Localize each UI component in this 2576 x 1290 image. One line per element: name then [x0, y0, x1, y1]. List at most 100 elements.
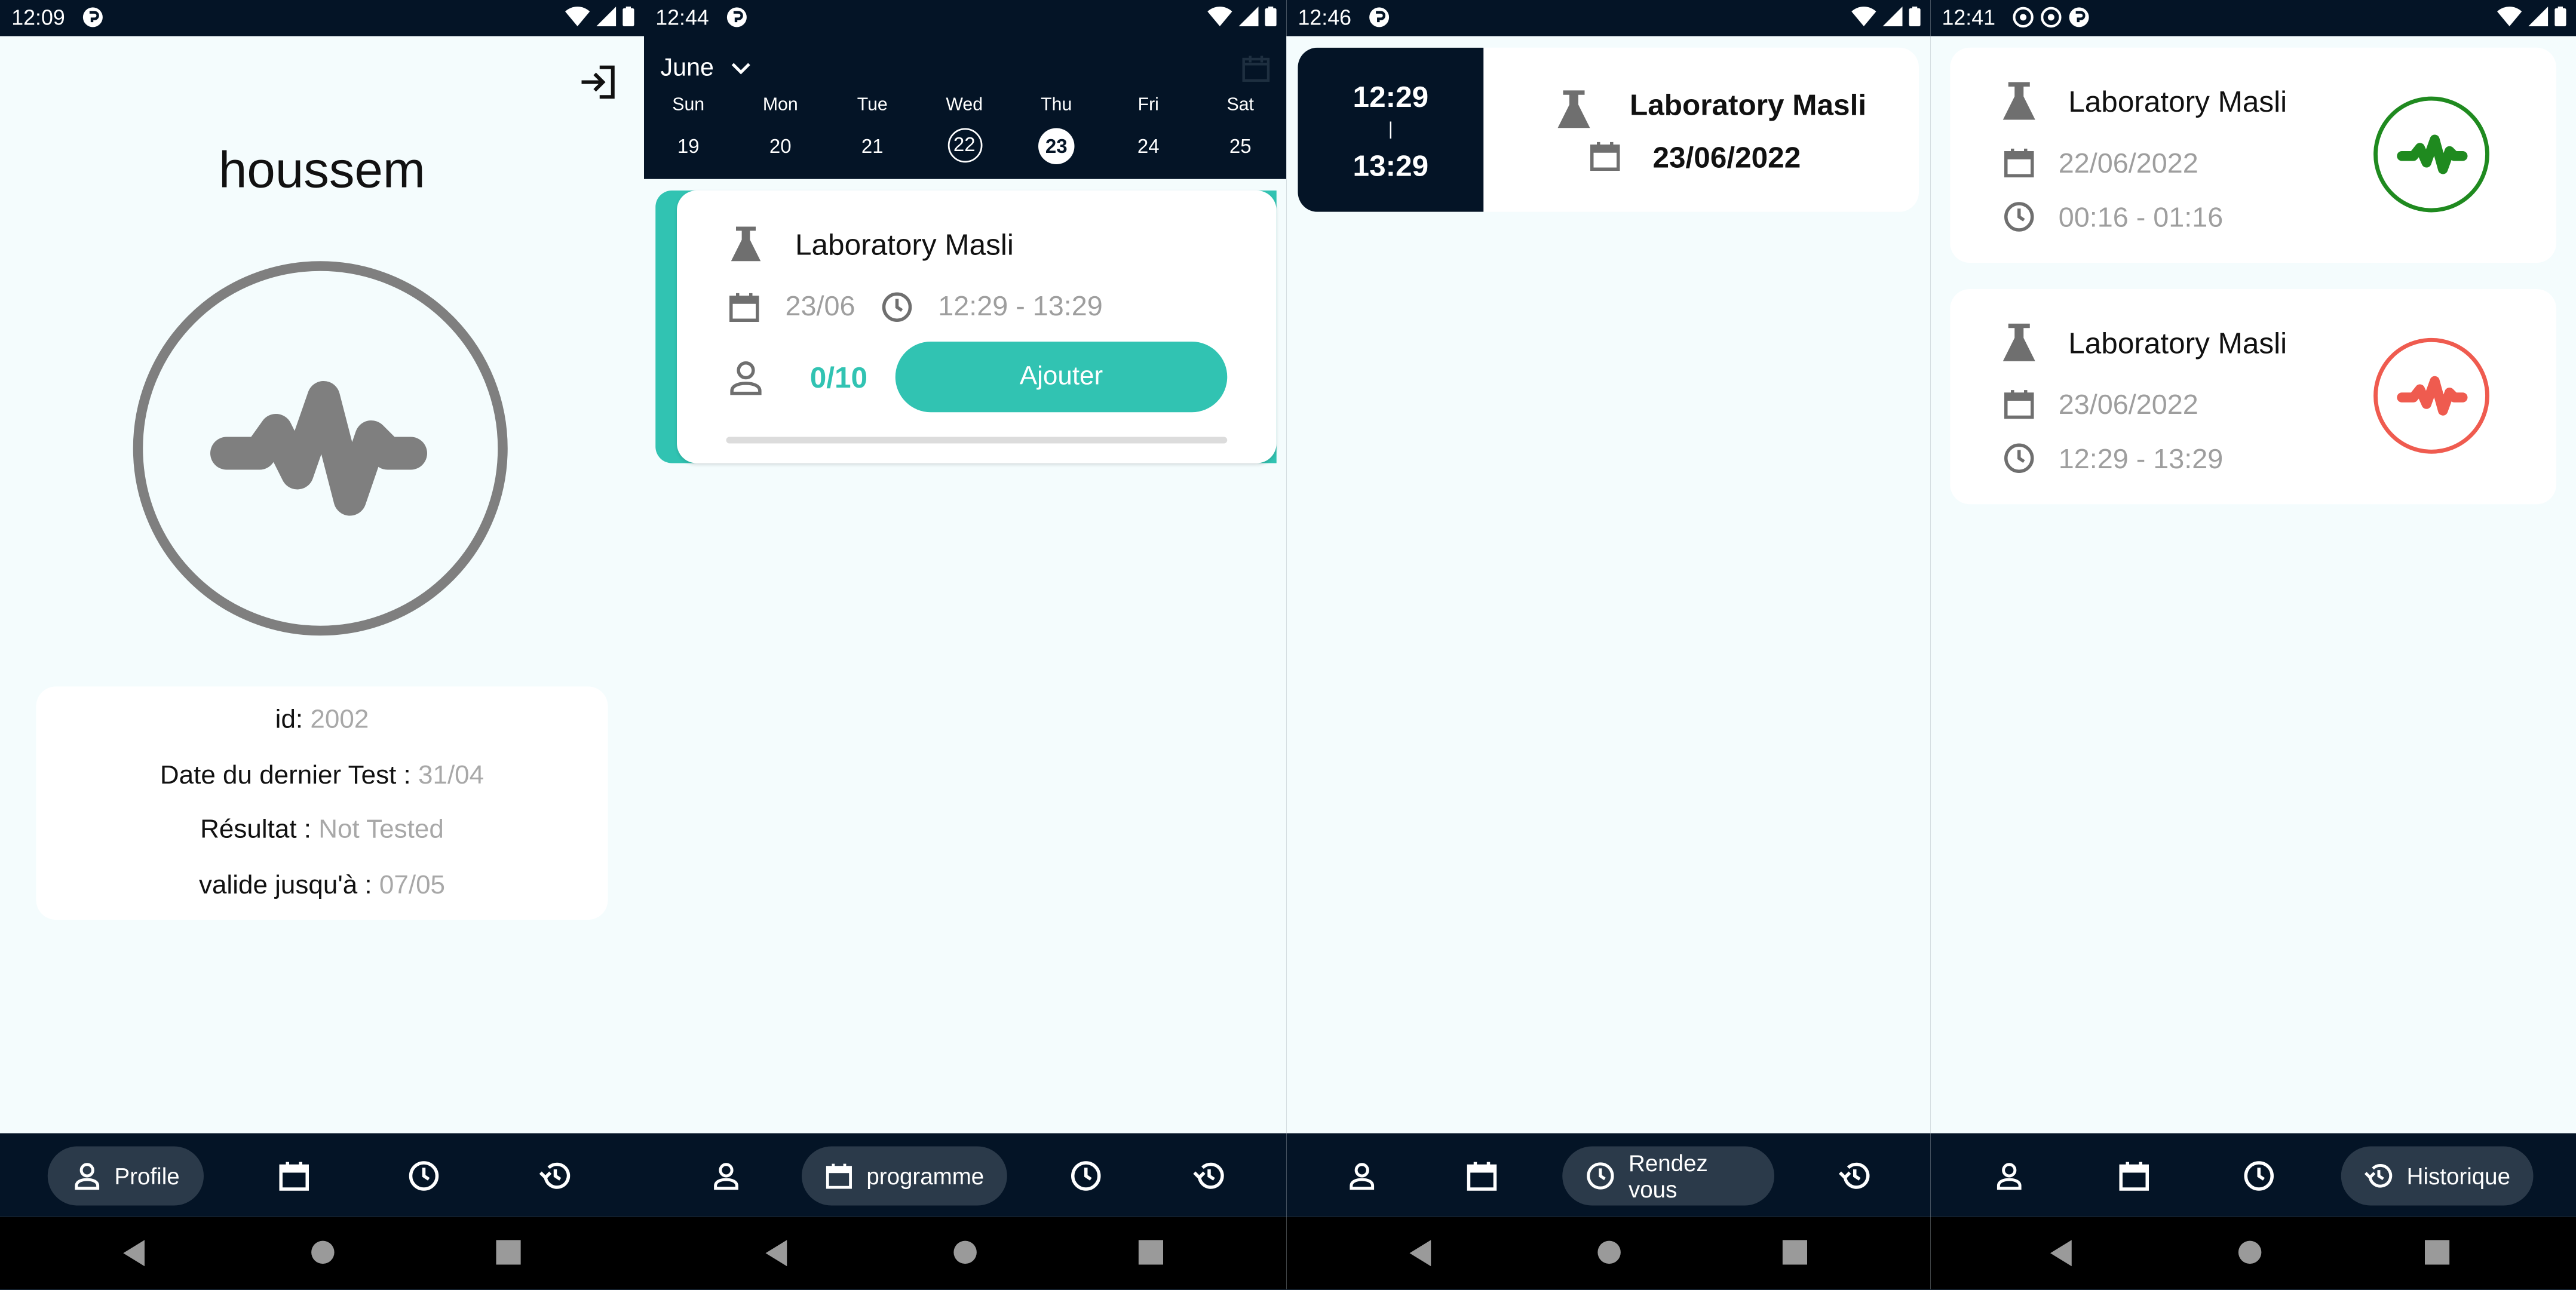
calendar-icon[interactable] [1242, 54, 1270, 82]
back-icon[interactable] [765, 1240, 789, 1267]
nav-programme[interactable] [1457, 1147, 1507, 1206]
system-status-icons [1851, 7, 1921, 26]
month-label: June [660, 54, 714, 82]
back-icon[interactable] [1409, 1240, 1433, 1267]
calendar-icon [279, 1162, 309, 1191]
day-of-week-label: Sat [1226, 95, 1254, 115]
day-fri[interactable]: Fri 24 [1115, 96, 1181, 165]
home-icon[interactable] [1597, 1240, 1621, 1264]
home-icon[interactable] [953, 1240, 977, 1264]
nav-programme[interactable]: programme [802, 1146, 1007, 1206]
profile-info-row: id: 2002 [36, 707, 608, 736]
clock-icon [882, 292, 912, 322]
day-mon[interactable]: Mon 20 [747, 96, 813, 165]
calendar-icon [2004, 148, 2034, 177]
nav-historique[interactable] [1185, 1147, 1234, 1206]
history-date: 23/06/2022 [2058, 389, 2198, 420]
day-thu[interactable]: Thu 23 [1023, 95, 1089, 164]
home-icon[interactable] [311, 1240, 335, 1264]
day-of-week-label: Fri [1137, 95, 1159, 115]
person-icon [714, 1163, 738, 1190]
appointment-time-block: 12:29 | 13:29 [1298, 47, 1484, 212]
recents-icon[interactable] [496, 1240, 521, 1265]
clock-icon [1587, 1162, 1614, 1190]
calendar-icon [2119, 1162, 2149, 1191]
history-icon [1839, 1162, 1870, 1189]
slot-card: Laboratory Masli 23/06 12:29 - 13:29 0/1… [655, 191, 1277, 463]
logout-icon[interactable] [578, 63, 620, 102]
calendar-icon [1590, 142, 1620, 171]
history-lab-name: Laboratory Masli [2068, 327, 2287, 360]
app-notification-icon [726, 7, 747, 27]
nav-profile[interactable] [1985, 1147, 2034, 1206]
system-navigation-bar [644, 1217, 1287, 1289]
back-icon[interactable] [123, 1240, 146, 1267]
lab-flask-icon [2002, 323, 2035, 361]
notification-icons [1369, 7, 1390, 28]
profile-info-value: 31/04 [418, 761, 484, 790]
result-negative-pulse-icon [2373, 96, 2489, 213]
day-of-week-label: Mon [762, 95, 798, 115]
day-wed[interactable]: Wed 22 [931, 96, 997, 163]
back-icon[interactable] [2050, 1240, 2074, 1267]
profile-info-label: valide jusqu'à : [198, 871, 372, 899]
nav-historique[interactable] [530, 1147, 580, 1206]
nav-historique-label: Historique [2406, 1163, 2510, 1189]
nav-rendez-vous[interactable] [1062, 1147, 1111, 1206]
slot-participants-count: 0/10 [809, 361, 868, 394]
nav-rendez-vous[interactable] [399, 1147, 449, 1206]
home-icon[interactable] [2238, 1240, 2262, 1264]
recents-icon[interactable] [1138, 1240, 1163, 1265]
nav-rendez-vous[interactable] [2234, 1147, 2284, 1206]
history-lab-name: Laboratory Masli [2068, 85, 2287, 118]
add-button[interactable]: Ajouter [895, 342, 1228, 413]
day-sun[interactable]: Sun 19 [655, 96, 721, 165]
clock-icon [2004, 443, 2034, 473]
nav-historique[interactable] [1830, 1147, 1880, 1206]
day-tue[interactable]: Tue 21 [839, 96, 905, 165]
day-sat[interactable]: Sat 25 [1207, 96, 1273, 165]
profile-info-row: valide jusqu'à : 07/05 [36, 871, 608, 901]
day-number: 25 [1229, 134, 1252, 158]
nav-rendez-vous-label: Rendez vous [1629, 1150, 1708, 1202]
history-card[interactable]: Laboratory Masli 22/06/2022 00:16 - 01:16 [1950, 47, 2556, 263]
user-name: houssem [219, 141, 425, 199]
history-icon [539, 1162, 571, 1189]
profile-screen: 12:09 houssem id: 2002 Date du dernier Te… [0, 0, 644, 1289]
month-selector[interactable]: June [661, 54, 750, 82]
battery-icon [622, 7, 634, 26]
lab-flask-icon [2002, 82, 2035, 120]
day-of-week-label: Thu [1041, 95, 1072, 115]
nav-programme-label: programme [866, 1163, 985, 1189]
nav-rendez-vous[interactable]: Rendez vous [1562, 1146, 1774, 1206]
profile-info-value: 07/05 [379, 871, 446, 899]
recents-icon[interactable] [1782, 1240, 1807, 1265]
person-icon [1997, 1163, 2022, 1190]
appointment-card[interactable]: 12:29 | 13:29 Laboratory Masli 23/06/202… [1298, 47, 1919, 212]
recents-icon[interactable] [2425, 1240, 2450, 1265]
nav-programme[interactable] [269, 1147, 319, 1206]
profile-info-value: 2002 [310, 706, 369, 735]
profile-info-row: Date du dernier Test : 31/04 [36, 761, 608, 791]
system-status-icons [565, 7, 634, 26]
status-time: 12:41 [1942, 5, 1996, 30]
status-bar: 12:09 [0, 0, 644, 36]
system-navigation-bar [1930, 1217, 2576, 1289]
slot-lab-name: Laboratory Masli [795, 228, 1014, 262]
history-card[interactable]: Laboratory Masli 23/06/2022 12:29 - 13:29 [1950, 289, 2556, 505]
profile-info-label: id: [275, 706, 303, 735]
nav-profile[interactable] [701, 1147, 751, 1206]
bottom-navigation: Profile [0, 1133, 644, 1217]
chevron-down-icon [731, 62, 750, 74]
battery-icon [1265, 7, 1277, 26]
day-number: 19 [677, 134, 700, 158]
status-time: 12:46 [1298, 5, 1352, 30]
nav-profile[interactable] [1338, 1147, 1387, 1206]
day-of-week-label: Tue [857, 95, 888, 115]
history-time: 00:16 - 01:16 [2058, 202, 2224, 234]
lab-flask-icon [731, 226, 761, 262]
nav-profile[interactable]: Profile [47, 1146, 204, 1206]
nav-historique[interactable]: Historique [2341, 1146, 2534, 1206]
slot-card-body: Laboratory Masli 23/06 12:29 - 13:29 0/1… [677, 191, 1277, 463]
nav-programme[interactable] [2109, 1147, 2159, 1206]
